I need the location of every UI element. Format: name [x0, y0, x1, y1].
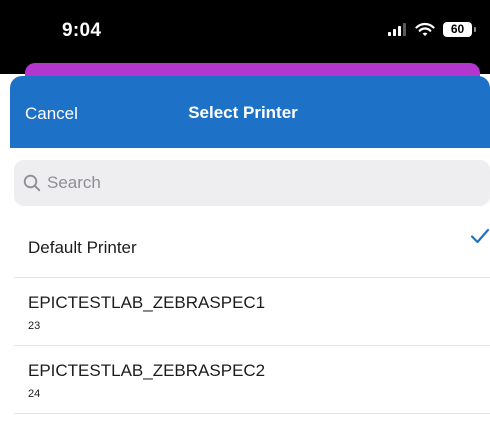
printer-detail: 24 — [28, 388, 41, 400]
search-icon — [23, 174, 41, 192]
printer-row-zebraspec2[interactable]: EPICTESTLAB_ZEBRASPEC2 24 — [14, 346, 490, 414]
printer-name: EPICTESTLAB_ZEBRASPEC1 — [28, 293, 266, 312]
status-time: 9:04 — [62, 20, 102, 41]
screen: 9:04 60 Cancel Select Printer Search Def… — [0, 0, 490, 442]
printer-name: EPICTESTLAB_ZEBRASPEC2 — [28, 361, 266, 380]
printer-row-default[interactable]: Default Printer — [14, 214, 490, 278]
search-placeholder: Search — [47, 173, 101, 192]
printer-list-panel: Search Default Printer EPICTESTLAB_ZEBRA… — [10, 148, 490, 442]
wifi-icon — [415, 22, 435, 36]
printer-name: Default Printer — [28, 238, 137, 257]
search-field[interactable]: Search — [14, 160, 490, 206]
status-icons: 60 — [387, 22, 476, 37]
navigation-bar: Cancel Select Printer — [10, 76, 490, 148]
checkmark-icon — [470, 228, 490, 244]
printer-row-zebraspec1[interactable]: EPICTESTLAB_ZEBRASPEC1 23 — [14, 278, 490, 346]
battery-icon: 60 — [443, 22, 476, 37]
printer-detail: 23 — [28, 320, 41, 332]
cellular-signal-icon — [388, 22, 406, 36]
page-title: Select Printer — [188, 103, 298, 122]
